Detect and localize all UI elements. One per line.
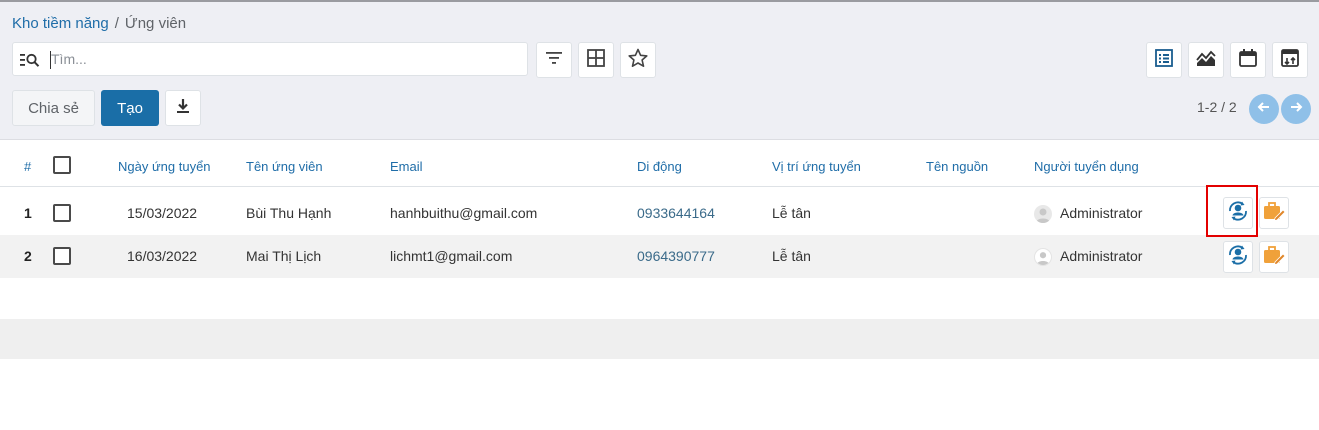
row-checkbox[interactable] (53, 204, 71, 222)
briefcase-edit-icon (1262, 243, 1286, 272)
filter-icon (543, 47, 565, 74)
position-cell: Lễ tân (772, 248, 811, 264)
download-button[interactable] (165, 90, 201, 126)
calendar-view-button[interactable] (1230, 42, 1266, 78)
activity-view-button[interactable] (1272, 42, 1308, 78)
favorite-button[interactable] (620, 42, 656, 78)
star-icon (627, 47, 649, 74)
convert-employee-button[interactable] (1223, 241, 1253, 273)
empty-row (0, 319, 1319, 359)
recruiter-cell: Administrator (1060, 205, 1143, 221)
breadcrumb-current: Ứng viên (124, 15, 187, 32)
mobile-cell[interactable]: 0964390777 (637, 248, 715, 264)
search-box[interactable] (12, 42, 528, 76)
arrow-right-icon (1288, 99, 1304, 120)
position-cell: Lễ tân (772, 205, 811, 221)
list-view-icon (1153, 47, 1175, 74)
avatar (1034, 205, 1052, 223)
pager-value[interactable]: 1-2 / 2 (1197, 99, 1237, 115)
column-header-position[interactable]: Vị trí ứng tuyển (772, 159, 861, 174)
mobile-cell[interactable]: 0933644164 (637, 205, 715, 221)
candidate-name-cell: Mai Thị Lịch (246, 248, 322, 264)
activity-view-icon (1279, 47, 1301, 74)
search-icon (20, 51, 40, 69)
column-header-apply-date[interactable]: Ngày ứng tuyển (118, 159, 211, 174)
job-button[interactable] (1259, 241, 1289, 273)
select-all-checkbox[interactable] (53, 156, 71, 174)
table-row[interactable]: 1 15/03/2022 Bùi Thu Hạnh hanhbuithu@gma… (0, 192, 1319, 235)
share-button[interactable]: Chia sẻ (12, 90, 95, 126)
email-cell: hanhbuithu@gmail.com (390, 205, 538, 221)
create-button[interactable]: Tạo (101, 90, 159, 126)
empty-row (0, 278, 1319, 319)
row-index: 2 (24, 248, 32, 264)
row-index: 1 (24, 205, 32, 221)
candidate-name-cell: Bùi Thu Hạnh (246, 205, 332, 221)
pager-next-button[interactable] (1281, 94, 1311, 124)
download-icon (173, 96, 193, 121)
column-header-source[interactable]: Tên nguồn (926, 159, 988, 174)
email-cell: lichmt1@gmail.com (390, 248, 513, 264)
recruiter-cell: Administrator (1060, 248, 1143, 264)
filter-button[interactable] (536, 42, 572, 78)
briefcase-edit-icon (1262, 199, 1286, 228)
chart-view-icon (1195, 47, 1217, 74)
user-sync-icon (1226, 243, 1250, 272)
breadcrumb: Kho tiềm năng / Ứng viên (12, 15, 186, 32)
group-by-button[interactable] (578, 42, 614, 78)
chart-view-button[interactable] (1188, 42, 1224, 78)
column-header-mobile[interactable]: Di động (637, 159, 682, 174)
column-header-recruiter[interactable]: Người tuyển dụng (1034, 159, 1139, 174)
highlight-box (1206, 185, 1258, 237)
row-checkbox[interactable] (53, 247, 71, 265)
breadcrumb-separator: / (114, 15, 119, 32)
avatar (1034, 248, 1052, 266)
column-header-name[interactable]: Tên ứng viên (246, 159, 323, 174)
apply-date-cell: 16/03/2022 (127, 248, 198, 264)
column-header-email[interactable]: Email (390, 159, 423, 174)
column-header-index: # (24, 159, 32, 174)
breadcrumb-parent-link[interactable]: Kho tiềm năng (12, 15, 109, 32)
group-by-icon (585, 47, 607, 74)
arrow-left-icon (1256, 99, 1272, 120)
calendar-view-icon (1237, 47, 1259, 74)
job-button[interactable] (1259, 197, 1289, 229)
list-view-button[interactable] (1146, 42, 1182, 78)
table-row[interactable]: 2 16/03/2022 Mai Thị Lịch lichmt1@gmail.… (0, 235, 1319, 278)
control-panel: Kho tiềm năng / Ứng viên Tìm... Chia sẻ … (0, 2, 1319, 140)
table-header: # Ngày ứng tuyển Tên ứng viên Email Di đ… (0, 139, 1319, 187)
pager-previous-button[interactable] (1249, 94, 1279, 124)
search-input[interactable] (51, 47, 521, 71)
apply-date-cell: 15/03/2022 (127, 205, 198, 221)
